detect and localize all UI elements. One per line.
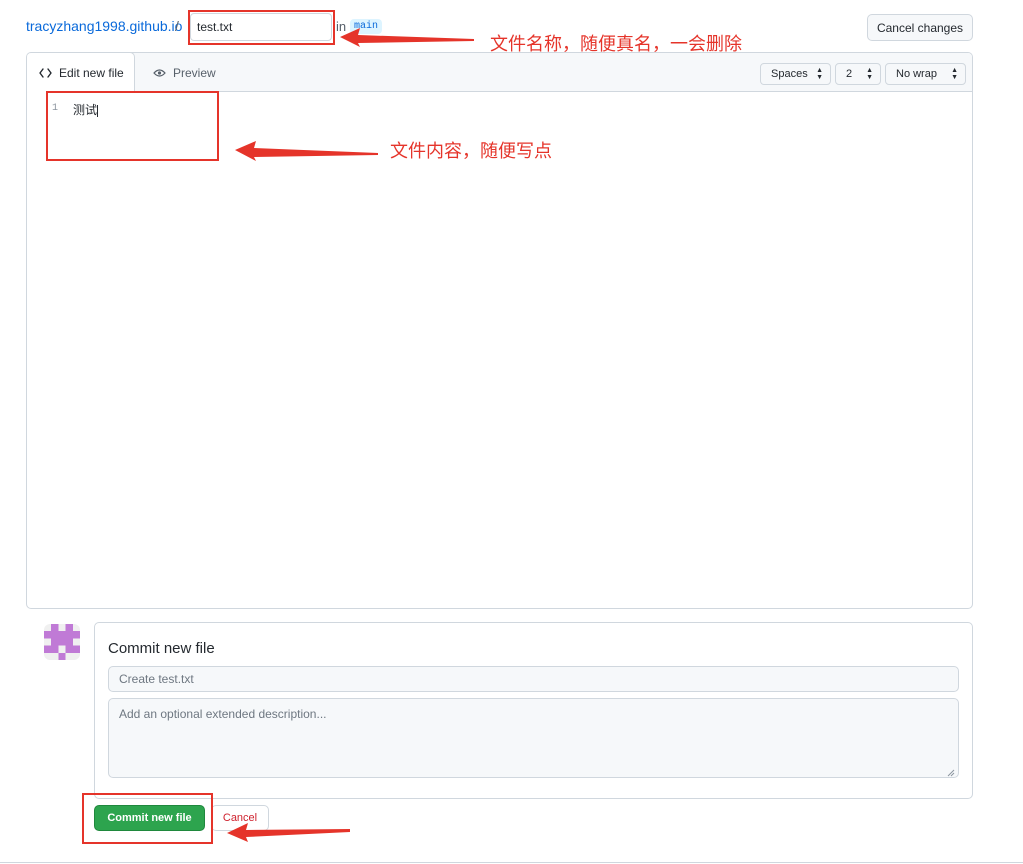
eye-icon [153,68,166,78]
avatar [44,624,80,660]
tab-edit-label: Edit new file [59,65,124,80]
annotation-box-content [46,91,219,161]
tab-preview[interactable]: Preview [145,53,216,92]
annotation-note-content: 文件内容，随便写点 [390,141,552,162]
commit-title: Commit new file [108,640,215,657]
in-label: in [336,19,347,34]
commit-form: Commit new file [94,622,973,799]
annotation-note-filename: 文件名称，随便真名，一会删除 [490,34,742,55]
annotation-box-commit [82,793,213,844]
cancel-button[interactable]: Cancel [211,805,269,831]
select-caret-icon: ▲ ▼ [866,67,873,81]
select-caret-icon: ▲ ▼ [816,67,823,81]
annotation-box-filename [188,10,335,45]
commit-summary-input[interactable] [108,666,959,692]
indent-size-value: 2 [846,68,853,80]
tab-preview-label: Preview [173,65,216,80]
indent-size-select[interactable]: 2 ▲ ▼ [835,63,881,85]
path-separator: / [175,18,179,34]
code-icon [39,67,52,78]
resize-handle-icon[interactable] [947,766,955,777]
footer-divider [0,862,1023,863]
commit-description-input[interactable] [108,698,959,778]
indent-mode-select[interactable]: Spaces ▲ ▼ [760,63,831,85]
cancel-changes-button[interactable]: Cancel changes [867,14,973,41]
wrap-mode-select[interactable]: No wrap ▲ ▼ [885,63,966,85]
wrap-mode-value: No wrap [896,68,937,80]
branch-badge: main [350,19,383,34]
repo-link[interactable]: tracyzhang1998.github.io [26,18,182,34]
editor-toolbar: Edit new file Preview Spaces ▲ ▼ 2 ▲ ▼ No … [27,53,972,93]
tab-edit-new-file[interactable]: Edit new file [27,53,135,93]
select-caret-icon: ▲ ▼ [951,67,958,81]
indent-mode-value: Spaces [771,68,808,80]
